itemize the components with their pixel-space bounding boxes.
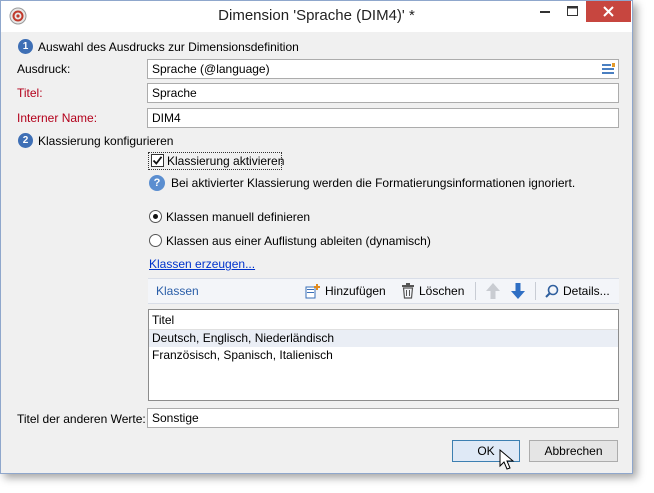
classes-toolbar: Klassen Hinzufügen Löschen Details...: [148, 278, 619, 304]
section-1-heading: Auswahl des Ausdrucks zur Dimensionsdefi…: [38, 40, 299, 54]
expression-label: Ausdruck:: [17, 62, 71, 76]
internal-name-label: Interner Name:: [17, 111, 98, 125]
add-button[interactable]: Hinzufügen: [305, 279, 391, 303]
radio-manual-classes[interactable]: [149, 210, 162, 223]
toolbar-separator-2: [535, 282, 536, 300]
close-icon: [603, 6, 614, 17]
internal-name-field[interactable]: DIM4: [147, 108, 619, 128]
details-label: Details...: [563, 284, 610, 298]
other-values-field[interactable]: Sonstige: [147, 408, 619, 428]
classes-list[interactable]: Titel Deutsch, Englisch, Niederländisch …: [148, 309, 619, 401]
title-bar: Dimension 'Sprache (DIM4)' *: [1, 1, 632, 32]
cancel-button[interactable]: Abbrechen: [529, 440, 618, 462]
add-icon: [305, 284, 320, 299]
title-value: Sprache: [152, 86, 197, 100]
magnifier-icon: [545, 284, 559, 298]
radio-manual-label: Klassen manuell definieren: [166, 210, 311, 224]
info-icon: ?: [149, 175, 165, 191]
close-button[interactable]: [586, 1, 631, 22]
maximize-icon: [567, 6, 578, 16]
generate-classes-link[interactable]: Klassen erzeugen...: [149, 257, 255, 271]
table-row[interactable]: Französisch, Spanisch, Italienisch: [149, 347, 618, 364]
column-header-title[interactable]: Titel: [149, 310, 618, 330]
info-text: Bei aktivierter Klassierung werden die F…: [171, 176, 576, 190]
maximize-button[interactable]: [559, 1, 586, 22]
step-1-badge: 1: [18, 39, 33, 54]
classes-tab-label: Klassen: [156, 284, 199, 298]
other-values-value: Sonstige: [152, 411, 199, 425]
enable-classification-label: Klassierung aktivieren: [167, 154, 285, 168]
checkmark-icon: [152, 156, 163, 165]
minimize-button[interactable]: [531, 1, 559, 22]
section-2-heading: Klassierung konfigurieren: [38, 134, 174, 148]
radio-dynamic-label: Klassen aus einer Auflistung ableiten (d…: [166, 234, 431, 248]
enable-classification-option[interactable]: Klassierung aktivieren: [148, 152, 285, 170]
table-row[interactable]: Deutsch, Englisch, Niederländisch: [149, 330, 618, 347]
internal-name-value: DIM4: [152, 111, 181, 125]
move-down-icon[interactable]: [510, 282, 526, 300]
expression-field[interactable]: Sprache (@language): [147, 59, 619, 79]
title-field[interactable]: Sprache: [147, 83, 619, 103]
minimize-icon: [540, 11, 550, 13]
enable-classification-checkbox[interactable]: [151, 154, 164, 167]
move-up-icon[interactable]: [485, 282, 501, 300]
title-label: Titel:: [17, 86, 43, 100]
other-values-label: Titel der anderen Werte:: [17, 412, 146, 426]
step-2-badge: 2: [18, 133, 33, 148]
expression-editor-icon[interactable]: [602, 63, 615, 75]
delete-label: Löschen: [419, 284, 465, 298]
mouse-cursor-icon: [499, 449, 515, 470]
expression-value: Sprache (@language): [152, 62, 270, 76]
details-button[interactable]: Details...: [545, 279, 615, 303]
add-label: Hinzufügen: [325, 284, 386, 298]
radio-dynamic-classes[interactable]: [149, 234, 162, 247]
toolbar-separator: [475, 282, 476, 300]
delete-button[interactable]: Löschen: [401, 279, 467, 303]
dialog-window: Dimension 'Sprache (DIM4)' * 1 Auswahl d…: [0, 0, 633, 474]
trash-icon: [402, 283, 414, 299]
